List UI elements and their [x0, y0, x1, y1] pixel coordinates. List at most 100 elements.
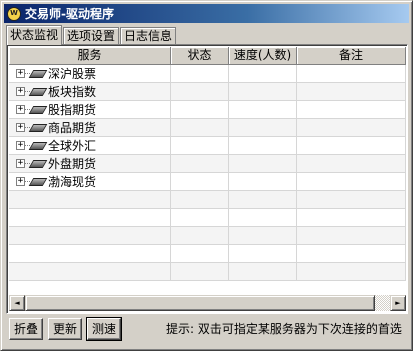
- service-table-body: + 深沪股票 + 板块指数 + 股指期货 + 商品期货 + 全球外汇 + 外盘期货 + 渤海现货: [9, 65, 406, 295]
- scrollbar-track[interactable]: [375, 295, 390, 311]
- hint-text: 提示: 双击可指定某服务器为下次连接的首选: [166, 322, 402, 336]
- expand-icon[interactable]: +: [16, 159, 25, 168]
- tree-connector: [25, 145, 30, 146]
- speed-cell: [229, 209, 297, 226]
- note-cell: [297, 83, 406, 100]
- service-name: 外盘期货: [48, 157, 97, 171]
- tree-connector: [25, 109, 30, 110]
- table-row[interactable]: + 渤海现货: [9, 173, 406, 191]
- status-cell: [171, 119, 229, 136]
- note-cell: [297, 209, 406, 226]
- column-header-note[interactable]: 备注: [297, 47, 406, 65]
- status-cell: [171, 263, 229, 280]
- column-header-status[interactable]: 状态: [171, 47, 229, 65]
- note-cell: [297, 173, 406, 190]
- note-cell: [297, 101, 406, 118]
- note-cell: [297, 191, 406, 208]
- status-cell: [171, 155, 229, 172]
- title-bar[interactable]: W 交易师-驱动程序: [4, 4, 409, 23]
- note-cell: [297, 155, 406, 172]
- empty-row: [9, 209, 406, 227]
- service-name: 股指期货: [48, 103, 97, 117]
- driver-window: W 交易师-驱动程序 状态监视 选项设置 日志信息 服务 状态 速度(人数) 备…: [0, 0, 413, 351]
- horizontal-scrollbar[interactable]: ◄ ►: [9, 295, 406, 311]
- expand-icon[interactable]: +: [16, 177, 25, 186]
- service-cell: + 板块指数: [9, 83, 171, 100]
- table-row[interactable]: + 全球外汇: [9, 137, 406, 155]
- status-cell: [171, 173, 229, 190]
- server-icon: [28, 141, 48, 150]
- column-header-service[interactable]: 服务: [9, 47, 171, 65]
- speed-cell: [229, 191, 297, 208]
- service-name: 板块指数: [48, 85, 97, 99]
- tab-status-monitor[interactable]: 状态监视: [6, 25, 63, 45]
- expand-icon[interactable]: +: [16, 123, 25, 132]
- app-logo-icon: W: [7, 6, 21, 21]
- empty-row: [9, 227, 406, 245]
- note-cell: [297, 245, 406, 262]
- service-cell: + 深沪股票: [9, 65, 171, 82]
- tab-log[interactable]: 日志信息: [120, 27, 177, 45]
- service-list-panel: 服务 状态 速度(人数) 备注 + 深沪股票 + 板块指数 + 股指期货 + 商品期货 + 全球外…: [6, 44, 408, 314]
- tab-options[interactable]: 选项设置: [63, 27, 120, 45]
- status-cell: [171, 83, 229, 100]
- note-cell: [297, 263, 406, 280]
- server-icon: [28, 177, 48, 186]
- table-row[interactable]: + 商品期货: [9, 119, 406, 137]
- status-cell: [171, 137, 229, 154]
- collapse-button[interactable]: 折叠: [9, 318, 43, 340]
- expand-icon[interactable]: +: [16, 87, 25, 96]
- speed-test-button[interactable]: 测速: [86, 317, 122, 341]
- speed-cell: [229, 83, 297, 100]
- status-cell: [171, 101, 229, 118]
- note-cell: [297, 65, 406, 82]
- service-name: 深沪股票: [48, 67, 97, 81]
- server-icon: [28, 87, 48, 96]
- table-header: 服务 状态 速度(人数) 备注: [9, 47, 406, 65]
- speed-cell: [229, 119, 297, 136]
- window-title: 交易师-驱动程序: [25, 7, 114, 21]
- scroll-right-icon[interactable]: ►: [390, 295, 406, 311]
- status-cell: [171, 209, 229, 226]
- tree-connector: [25, 127, 30, 128]
- note-cell: [297, 137, 406, 154]
- empty-row: [9, 191, 406, 209]
- expand-icon[interactable]: +: [16, 69, 25, 78]
- expand-icon[interactable]: +: [16, 105, 25, 114]
- server-icon: [28, 123, 48, 132]
- speed-cell: [229, 227, 297, 244]
- status-cell: [171, 65, 229, 82]
- speed-cell: [229, 173, 297, 190]
- speed-cell: [229, 155, 297, 172]
- empty-row: [9, 263, 406, 281]
- service-name: 渤海现货: [48, 175, 97, 189]
- status-cell: [171, 227, 229, 244]
- service-cell: [9, 191, 171, 208]
- service-cell: + 渤海现货: [9, 173, 171, 190]
- speed-cell: [229, 263, 297, 280]
- service-cell: [9, 245, 171, 262]
- scroll-left-icon[interactable]: ◄: [9, 295, 25, 311]
- service-cell: [9, 263, 171, 280]
- refresh-button[interactable]: 更新: [48, 318, 82, 340]
- expand-icon[interactable]: +: [16, 141, 25, 150]
- server-icon: [28, 105, 48, 114]
- status-cell: [171, 245, 229, 262]
- empty-row: [9, 245, 406, 263]
- table-row[interactable]: + 深沪股票: [9, 65, 406, 83]
- table-row[interactable]: + 外盘期货: [9, 155, 406, 173]
- service-cell: + 外盘期货: [9, 155, 171, 172]
- tree-connector: [25, 163, 30, 164]
- table-row[interactable]: + 股指期货: [9, 101, 406, 119]
- service-cell: + 商品期货: [9, 119, 171, 136]
- note-cell: [297, 119, 406, 136]
- tree-connector: [25, 73, 30, 74]
- speed-cell: [229, 137, 297, 154]
- service-cell: + 全球外汇: [9, 137, 171, 154]
- column-header-speed[interactable]: 速度(人数): [229, 47, 297, 65]
- service-cell: [9, 209, 171, 226]
- table-row[interactable]: + 板块指数: [9, 83, 406, 101]
- scrollbar-thumb[interactable]: [25, 295, 375, 311]
- tree-connector: [25, 181, 30, 182]
- server-icon: [28, 69, 48, 78]
